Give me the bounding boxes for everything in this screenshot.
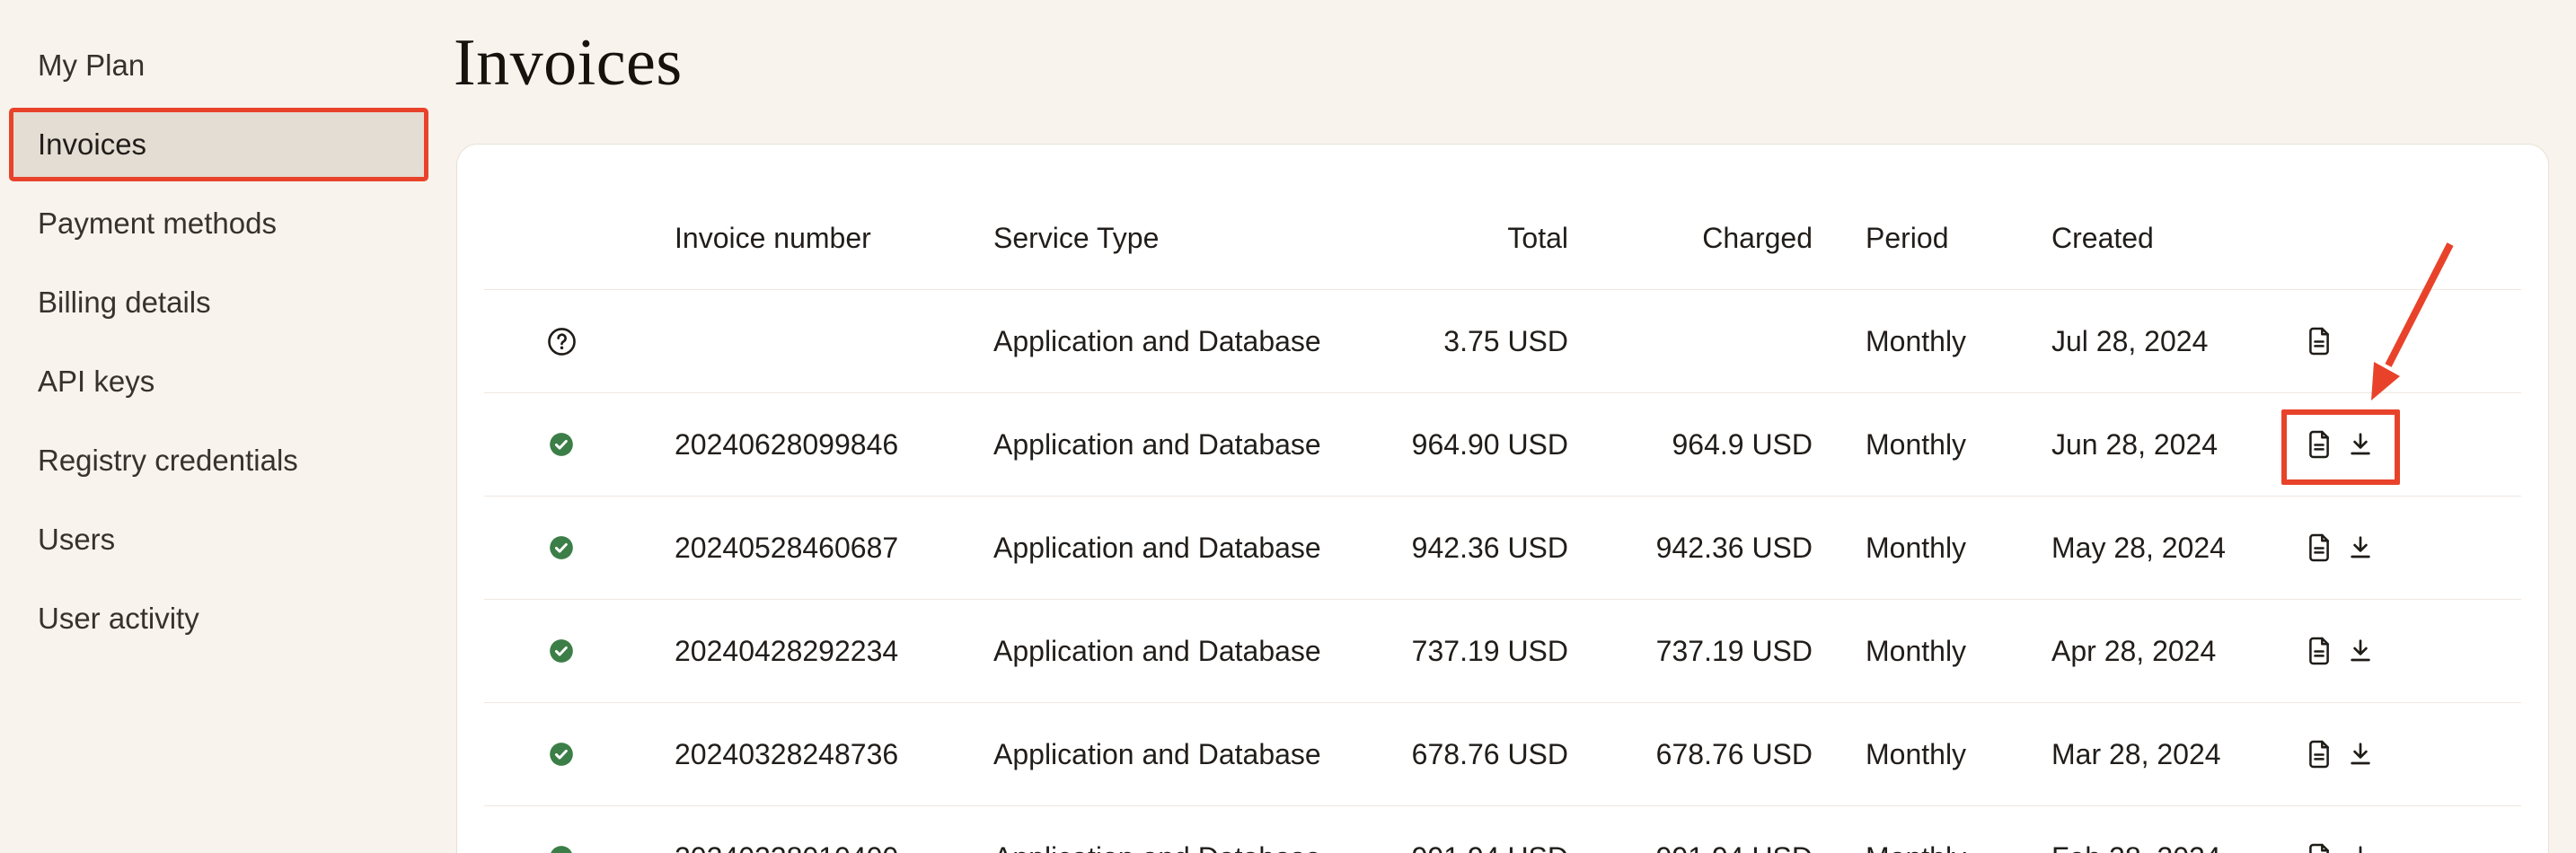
created-cell: Jul 28, 2024 — [2008, 325, 2269, 358]
sidebar-item-payment-methods[interactable]: Payment methods — [0, 184, 454, 263]
invoice-number-cell: 20240228010400 — [639, 841, 953, 853]
column-header-charged: Charged — [1577, 222, 1820, 255]
period-cell: Monthly — [1820, 532, 2008, 565]
service-type-cell: Application and Database — [953, 325, 1411, 358]
sidebar-item-registry-credentials[interactable]: Registry credentials — [0, 421, 454, 500]
total-cell: 678.76 USD — [1411, 738, 1577, 771]
charged-cell: 737.19 USD — [1577, 635, 1820, 668]
total-cell: 737.19 USD — [1411, 635, 1577, 668]
view-invoice-document-icon[interactable] — [2305, 738, 2333, 770]
view-invoice-document-icon[interactable] — [2305, 325, 2333, 357]
view-invoice-document-icon[interactable] — [2305, 841, 2333, 853]
download-invoice-icon[interactable] — [2346, 533, 2375, 562]
invoice-number-cell: 20240328248736 — [639, 738, 953, 771]
invoice-table-row: 20240328248736 Application and Database … — [484, 703, 2521, 806]
status-pending-help-icon[interactable] — [547, 327, 577, 356]
status-paid-check-icon — [549, 432, 574, 457]
download-invoice-icon[interactable] — [2346, 637, 2375, 665]
service-type-cell: Application and Database — [953, 738, 1411, 771]
charged-cell: 964.9 USD — [1577, 428, 1820, 462]
status-paid-check-icon — [549, 535, 574, 560]
created-cell: Feb 28, 2024 — [2008, 841, 2269, 853]
column-header-created: Created — [2008, 222, 2269, 255]
created-cell: Mar 28, 2024 — [2008, 738, 2269, 771]
status-paid-check-icon — [549, 742, 574, 767]
invoice-number-cell: 20240428292234 — [639, 635, 953, 668]
invoice-table-row: 20240528460687 Application and Database … — [484, 497, 2521, 600]
sidebar-item-users[interactable]: Users — [0, 500, 454, 579]
download-invoice-icon[interactable] — [2346, 740, 2375, 769]
invoice-number-cell: 20240628099846 — [639, 428, 953, 462]
sidebar-item-my-plan[interactable]: My Plan — [0, 26, 454, 105]
period-cell: Monthly — [1820, 738, 2008, 771]
service-type-cell: Application and Database — [953, 635, 1411, 668]
sidebar-item-invoices[interactable]: Invoices — [9, 108, 428, 181]
view-invoice-document-icon[interactable] — [2305, 428, 2333, 461]
sidebar-item-billing-details[interactable]: Billing details — [0, 263, 454, 342]
column-header-service-type: Service Type — [953, 222, 1411, 255]
charged-cell: 942.36 USD — [1577, 532, 1820, 565]
download-invoice-icon[interactable] — [2346, 843, 2375, 853]
invoice-table-row: 20240428292234 Application and Database … — [484, 600, 2521, 703]
column-header-total: Total — [1411, 222, 1577, 255]
total-cell: 964.90 USD — [1411, 428, 1577, 462]
invoices-table-header: Invoice number Service Type Total Charge… — [484, 145, 2521, 290]
view-invoice-document-icon[interactable] — [2305, 635, 2333, 667]
download-invoice-icon[interactable] — [2346, 430, 2375, 459]
period-cell: Monthly — [1820, 635, 2008, 668]
column-header-invoice-number: Invoice number — [639, 222, 953, 255]
page-title: Invoices — [454, 25, 683, 101]
charged-cell: 991.94 USD — [1577, 841, 1820, 853]
status-paid-check-icon — [549, 845, 574, 853]
invoice-table-row: 20240228010400 Application and Database … — [484, 806, 2521, 853]
billing-sidebar: My Plan Invoices Payment methods Billing… — [0, 0, 454, 853]
created-cell: May 28, 2024 — [2008, 532, 2269, 565]
charged-cell: 678.76 USD — [1577, 738, 1820, 771]
period-cell: Monthly — [1820, 325, 2008, 358]
created-cell: Apr 28, 2024 — [2008, 635, 2269, 668]
sidebar-item-user-activity[interactable]: User activity — [0, 579, 454, 658]
status-paid-check-icon — [549, 638, 574, 664]
created-cell: Jun 28, 2024 — [2008, 428, 2269, 462]
sidebar-item-api-keys[interactable]: API keys — [0, 342, 454, 421]
total-cell: 942.36 USD — [1411, 532, 1577, 565]
column-header-period: Period — [1820, 222, 2008, 255]
invoices-card: Invoice number Service Type Total Charge… — [456, 144, 2549, 853]
period-cell: Monthly — [1820, 428, 2008, 462]
invoice-number-cell: 20240528460687 — [639, 532, 953, 565]
invoices-table-body: Application and Database 3.75 USD Monthl… — [484, 290, 2521, 853]
total-cell: 991.94 USD — [1411, 841, 1577, 853]
service-type-cell: Application and Database — [953, 532, 1411, 565]
invoice-table-row: Application and Database 3.75 USD Monthl… — [484, 290, 2521, 393]
service-type-cell: Application and Database — [953, 428, 1411, 462]
view-invoice-document-icon[interactable] — [2305, 532, 2333, 564]
period-cell: Monthly — [1820, 841, 2008, 853]
sidebar-nav: My Plan Invoices Payment methods Billing… — [0, 26, 454, 658]
service-type-cell: Application and Database — [953, 841, 1411, 853]
total-cell: 3.75 USD — [1411, 325, 1577, 358]
invoice-table-row: 20240628099846 Application and Database … — [484, 393, 2521, 497]
